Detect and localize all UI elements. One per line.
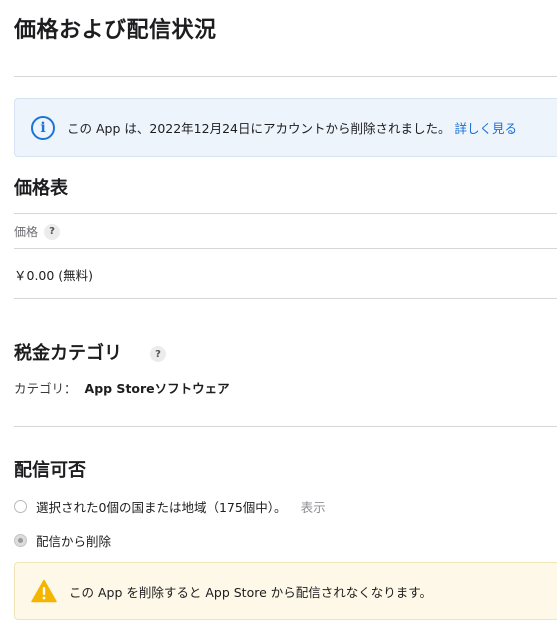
notice-message: この App は、2022年12月24日にアカウントから削除されました。 <box>67 121 451 136</box>
notice-text: この App は、2022年12月24日にアカウントから削除されました。 詳しく見… <box>67 118 517 137</box>
availability-option-remove[interactable]: 配信から削除 <box>14 531 111 550</box>
removal-notice: i この App は、2022年12月24日にアカウントから削除されました。 詳し… <box>14 98 557 157</box>
remove-from-sale-label: 配信から削除 <box>36 534 112 549</box>
availability-option-selected-regions[interactable]: 選択された0個の国または地域（175個中）。 表示 <box>14 497 326 516</box>
title-divider <box>14 76 557 77</box>
price-section-divider <box>14 298 557 299</box>
availability-title: 配信可否 <box>14 460 86 481</box>
show-regions-link[interactable]: 表示 <box>301 497 326 516</box>
price-header-divider <box>14 213 557 214</box>
tax-help-icon[interactable]: ? <box>150 346 166 362</box>
category-label: カテゴリ： <box>14 381 77 396</box>
page-title: 価格および配信状況 <box>14 18 217 43</box>
removal-warning: この App を削除すると App Store から配信されなくなります。 <box>14 562 557 620</box>
tax-category-line: カテゴリ： App Storeソフトウェア <box>14 378 230 397</box>
remove-from-sale-radio[interactable] <box>14 534 27 547</box>
category-value: App Storeソフトウェア <box>84 381 230 396</box>
warning-icon <box>31 579 57 603</box>
tax-section-divider <box>14 426 557 427</box>
price-column-header: 価格 ? <box>14 223 61 240</box>
selected-regions-radio[interactable] <box>14 500 27 513</box>
info-icon: i <box>31 115 55 140</box>
price-label: 価格 <box>14 225 39 239</box>
warning-text: この App を削除すると App Store から配信されなくなります。 <box>69 584 432 600</box>
price-schedule-title: 価格表 <box>14 178 68 199</box>
tax-category-title: 税金カテゴリ <box>14 343 122 364</box>
price-help-icon[interactable]: ? <box>44 223 61 240</box>
price-row-divider <box>14 248 557 249</box>
price-value: ￥0.00 (無料) <box>14 268 94 283</box>
learn-more-link[interactable]: 詳しく見る <box>455 121 518 136</box>
selected-regions-label: 選択された0個の国または地域（175個中）。 <box>36 500 287 515</box>
